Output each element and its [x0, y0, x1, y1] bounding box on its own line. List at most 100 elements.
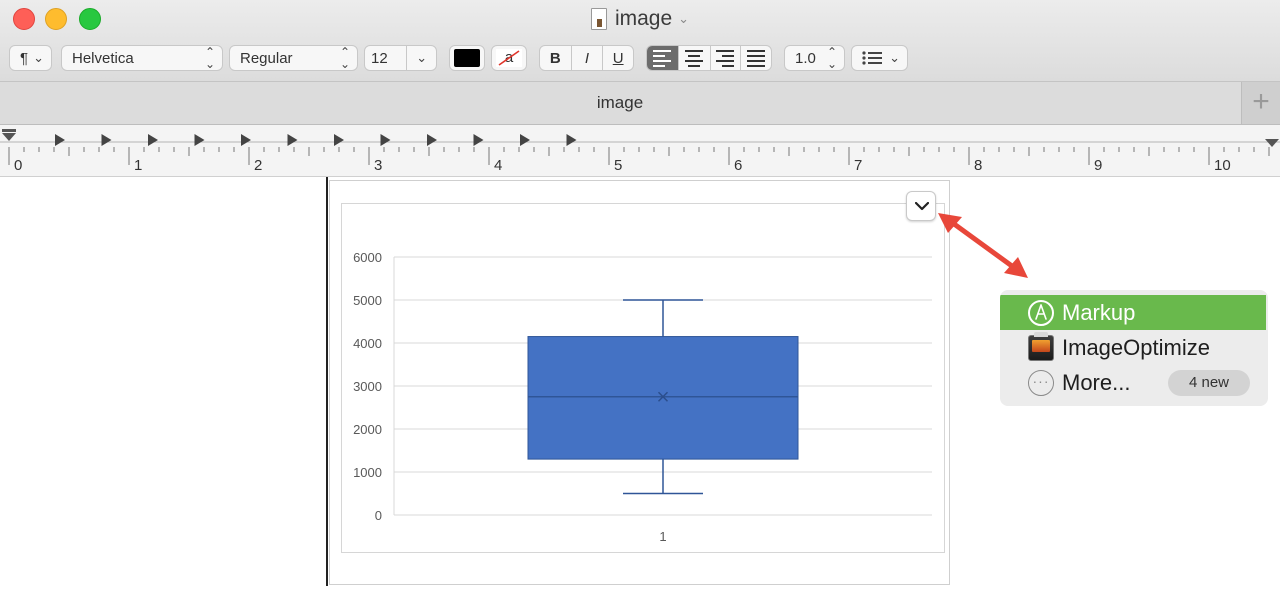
- new-extensions-badge: 4 new: [1168, 370, 1250, 396]
- font-style-value: Regular: [240, 49, 293, 67]
- chevron-down-icon: ⌄: [678, 11, 690, 26]
- ruler-number: 5: [614, 157, 622, 174]
- tab-stop-marker: [55, 134, 65, 146]
- window-title-area[interactable]: image ⌄: [0, 4, 1280, 34]
- y-tick-label: 6000: [353, 250, 382, 265]
- updown-chevron-icon: ⌃ ⌄: [204, 45, 215, 71]
- ruler-number: 3: [374, 157, 382, 174]
- text-color-swatch: [454, 49, 480, 67]
- y-tick-label: 2000: [353, 422, 382, 437]
- text-color-well[interactable]: [449, 45, 485, 71]
- menu-item-label: Markup: [1062, 299, 1136, 325]
- paragraph-style-popup[interactable]: ¶ ⌄: [9, 45, 52, 71]
- align-right-button[interactable]: [709, 46, 741, 70]
- line-spacing-value: 1.0: [795, 49, 816, 67]
- text-insertion-caret: [326, 177, 328, 586]
- left-indent-marker: [2, 129, 16, 132]
- ruler-number: 2: [254, 157, 262, 174]
- window-title: image: [614, 7, 673, 30]
- updown-chevron-icon: ⌃ ⌄: [339, 45, 350, 71]
- font-style-popup[interactable]: Regular ⌃ ⌄: [229, 45, 358, 71]
- tab-stop-marker: [194, 134, 205, 146]
- font-size-combo[interactable]: 12 ⌄: [364, 45, 437, 71]
- align-center-button[interactable]: [677, 46, 710, 70]
- embedded-image[interactable]: 0 1000 2000 3000 4000 5000 6000 1: [329, 180, 950, 585]
- justify-icon: [747, 49, 766, 67]
- ruler-number: 1: [134, 157, 142, 174]
- font-family-popup[interactable]: Helvetica ⌃ ⌄: [61, 45, 223, 71]
- first-line-indent-marker: [2, 133, 16, 141]
- align-left-button[interactable]: [647, 46, 678, 70]
- new-tab-button[interactable]: +: [1241, 82, 1280, 124]
- text-style-segment[interactable]: B I U: [539, 45, 634, 71]
- list-style-popup[interactable]: ⌄: [851, 45, 908, 71]
- ruler-number: 7: [854, 157, 862, 174]
- highlight-color-well[interactable]: a: [491, 45, 527, 71]
- x-tick-label: 1: [659, 529, 666, 544]
- justify-button[interactable]: [740, 46, 771, 70]
- font-family-value: Helvetica: [72, 49, 134, 67]
- updown-chevron-icon: ⌃ ⌄: [826, 45, 837, 71]
- y-tick-label: 3000: [353, 379, 382, 394]
- image-options-menu: Markup ImageOptimize ··· More... 4 new: [1000, 290, 1268, 406]
- italic-button[interactable]: I: [570, 46, 603, 70]
- bold-button[interactable]: B: [540, 46, 571, 70]
- tab-stop-marker: [334, 134, 344, 146]
- more-ellipsis-icon: ···: [1028, 369, 1054, 396]
- underline-button[interactable]: U: [602, 46, 633, 70]
- align-center-icon: [685, 49, 704, 67]
- ruler-number: 10: [1214, 157, 1231, 174]
- menu-item-label: More...: [1062, 369, 1131, 395]
- ruler-number: 9: [1094, 157, 1102, 174]
- box-iqr: [527, 336, 799, 460]
- chevron-down-icon: ⌄: [889, 50, 900, 65]
- right-indent-marker: [1265, 139, 1279, 147]
- list-bullets-icon: [862, 51, 882, 65]
- highlight-none-icon: a: [496, 49, 522, 67]
- y-tick-label: 4000: [353, 336, 382, 351]
- textedit-window: image ⌄ ¶ ⌄ Helvetica ⌃ ⌄ Regular ⌃ ⌄ 12 ⌄: [0, 0, 1280, 594]
- font-size-field[interactable]: 12: [365, 46, 406, 70]
- tab-image[interactable]: image: [0, 82, 1240, 124]
- chevron-down-icon: [915, 202, 929, 211]
- tab-stop-marker: [101, 134, 112, 146]
- y-tick-label: 1000: [353, 465, 382, 480]
- ruler-number: 8: [974, 157, 982, 174]
- line-spacing-popup[interactable]: 1.0 ⌃ ⌄: [784, 45, 845, 71]
- font-size-value: 12: [371, 49, 388, 67]
- ruler-number: 6: [734, 157, 742, 174]
- ruler-scale[interactable]: 0 1 2 3 4 5 6 7 8 9 10: [0, 125, 1280, 176]
- font-size-dropdown[interactable]: ⌄: [406, 46, 436, 70]
- align-right-icon: [716, 49, 735, 67]
- ruler-number: 0: [14, 157, 22, 174]
- imageoptimize-app-icon: [1028, 331, 1054, 361]
- tab-stop-marker: [287, 134, 298, 146]
- chevron-down-icon: ⌄: [33, 50, 44, 65]
- tab-stop-marker: [380, 134, 391, 146]
- tab-stop-marker: [241, 134, 251, 146]
- tab-stop-marker: [473, 134, 484, 146]
- double-headed-arrow: [938, 213, 1028, 278]
- chevron-down-icon: ⌄: [416, 50, 428, 65]
- tab-stop-marker: [566, 134, 577, 146]
- ruler[interactable]: 0 1 2 3 4 5 6 7 8 9 10: [0, 125, 1280, 177]
- y-tick-label: 0: [375, 508, 382, 523]
- ruler-number: 4: [494, 157, 502, 174]
- menu-item-label: ImageOptimize: [1062, 334, 1210, 360]
- slash-icon: [498, 50, 520, 66]
- tab-stop-marker: [148, 134, 158, 146]
- tab-stop-marker: [520, 134, 530, 146]
- toolbar-area: image ⌄ ¶ ⌄ Helvetica ⌃ ⌄ Regular ⌃ ⌄ 12 ⌄: [0, 0, 1280, 82]
- menu-item-more[interactable]: ··· More... 4 new: [1000, 365, 1266, 400]
- alignment-segment[interactable]: [646, 45, 772, 71]
- tab-bar: image +: [0, 82, 1280, 125]
- document-icon: [590, 8, 607, 30]
- tab-stop-marker: [427, 134, 437, 146]
- chart-canvas: 0 1000 2000 3000 4000 5000 6000 1: [353, 250, 932, 544]
- menu-item-imageoptimize[interactable]: ImageOptimize: [1000, 330, 1266, 365]
- markup-pen-icon: [1028, 299, 1054, 326]
- paragraph-icon: ¶: [20, 49, 29, 67]
- align-left-icon: [653, 49, 672, 67]
- box-plot-chart: 0 1000 2000 3000 4000 5000 6000 1: [341, 203, 945, 553]
- menu-item-markup[interactable]: Markup: [1000, 295, 1266, 330]
